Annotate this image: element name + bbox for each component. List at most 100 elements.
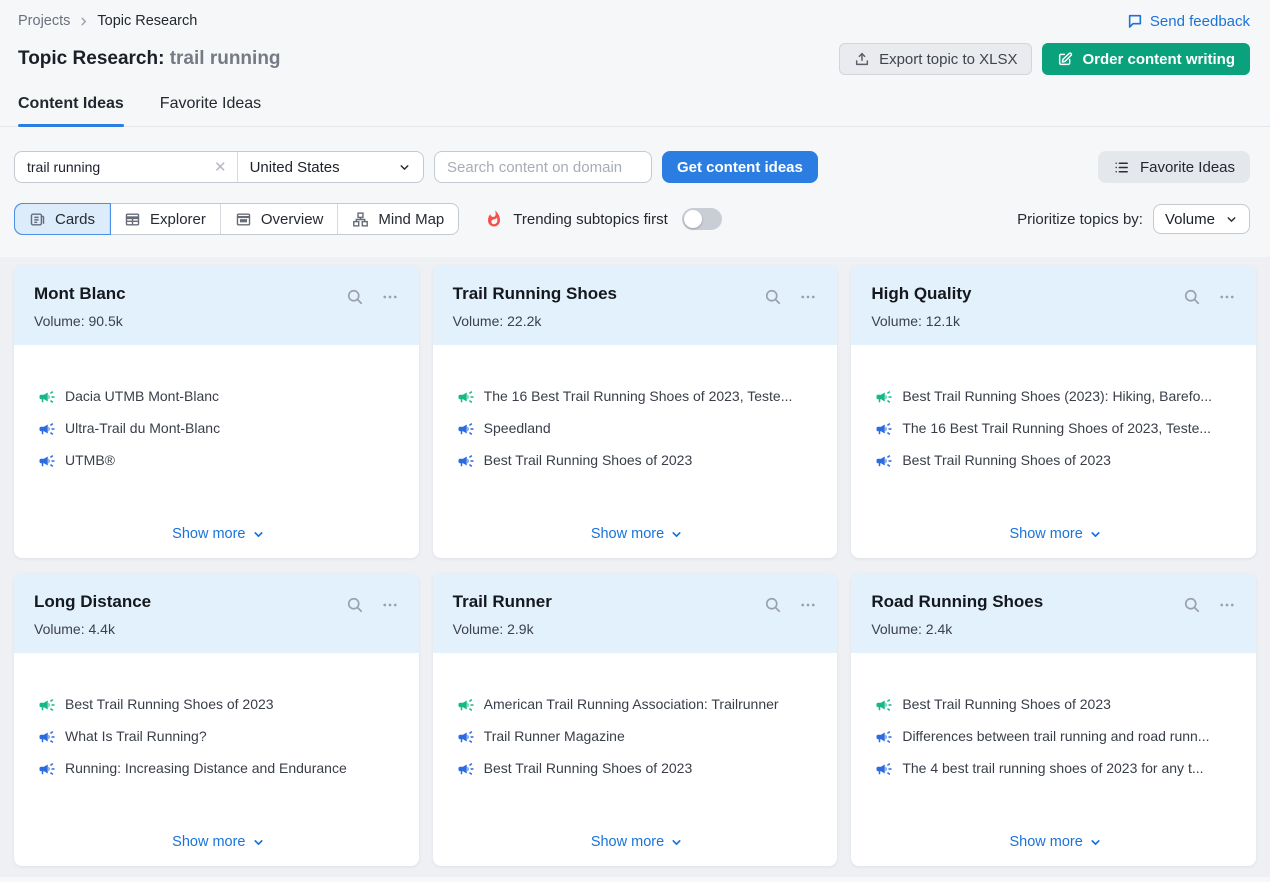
favorite-ideas-button[interactable]: Favorite Ideas bbox=[1098, 151, 1250, 183]
headline-item[interactable]: Differences between trail running and ro… bbox=[875, 727, 1236, 746]
headline-item[interactable]: Speedland bbox=[457, 419, 818, 438]
topic-volume: Volume: 90.5k bbox=[34, 313, 126, 329]
export-xlsx-button[interactable]: Export topic to XLSX bbox=[839, 43, 1032, 75]
megaphone-icon bbox=[875, 728, 893, 746]
page-title: Topic Research: trail running bbox=[18, 48, 281, 70]
trending-toggle[interactable] bbox=[682, 208, 722, 230]
show-more-button[interactable]: Show more bbox=[591, 834, 683, 852]
clear-keyword-icon[interactable]: ✕ bbox=[208, 158, 227, 176]
topic-title: Road Running Shoes bbox=[871, 592, 1043, 612]
get-content-ideas-button[interactable]: Get content ideas bbox=[662, 151, 818, 183]
megaphone-icon bbox=[38, 452, 56, 470]
megaphone-icon bbox=[875, 696, 893, 714]
tab-favorite-ideas[interactable]: Favorite Ideas bbox=[160, 95, 261, 126]
headline-item[interactable]: Ultra-Trail du Mont-Blanc bbox=[38, 419, 399, 438]
topic-volume: Volume: 2.9k bbox=[453, 621, 552, 637]
order-content-writing-button[interactable]: Order content writing bbox=[1042, 43, 1250, 75]
prioritize-value: Volume bbox=[1165, 211, 1215, 228]
headline-item[interactable]: Best Trail Running Shoes (2023): Hiking,… bbox=[875, 387, 1236, 406]
chevron-down-icon bbox=[252, 528, 265, 541]
topic-card: Road Running Shoes Volume: 2.4k Best Tra… bbox=[851, 573, 1256, 866]
more-menu-icon[interactable] bbox=[799, 288, 817, 306]
country-value: United States bbox=[250, 159, 340, 176]
headline-item[interactable]: Best Trail Running Shoes of 2023 bbox=[457, 759, 818, 778]
headline-item[interactable]: Trail Runner Magazine bbox=[457, 727, 818, 746]
search-topic-icon[interactable] bbox=[1182, 287, 1202, 307]
search-topic-icon[interactable] bbox=[345, 287, 365, 307]
megaphone-icon bbox=[457, 728, 475, 746]
megaphone-icon bbox=[38, 696, 56, 714]
view-cards[interactable]: Cards bbox=[15, 204, 110, 234]
megaphone-icon bbox=[38, 728, 56, 746]
headline-item[interactable]: What Is Trail Running? bbox=[38, 727, 399, 746]
topic-volume: Volume: 22.2k bbox=[453, 313, 617, 329]
send-feedback-link[interactable]: Send feedback bbox=[1127, 13, 1250, 30]
list-icon bbox=[1113, 159, 1130, 176]
headline-item[interactable]: The 16 Best Trail Running Shoes of 2023,… bbox=[457, 387, 818, 406]
show-more-button[interactable]: Show more bbox=[172, 526, 264, 544]
view-overview[interactable]: Overview bbox=[221, 204, 339, 234]
more-menu-icon[interactable] bbox=[1218, 596, 1236, 614]
trending-toggle-label: Trending subtopics first bbox=[513, 211, 668, 228]
show-more-button[interactable]: Show more bbox=[591, 526, 683, 544]
headline-item[interactable]: Dacia UTMB Mont-Blanc bbox=[38, 387, 399, 406]
more-menu-icon[interactable] bbox=[799, 596, 817, 614]
show-more-button[interactable]: Show more bbox=[1009, 834, 1101, 852]
headline-item[interactable]: Best Trail Running Shoes of 2023 bbox=[875, 451, 1236, 470]
topic-card: Long Distance Volume: 4.4k Best Trail Ru… bbox=[14, 573, 419, 866]
headline-item[interactable]: Best Trail Running Shoes of 2023 bbox=[38, 695, 399, 714]
search-topic-icon[interactable] bbox=[763, 595, 783, 615]
headline-item[interactable]: Best Trail Running Shoes of 2023 bbox=[457, 451, 818, 470]
overview-window-icon bbox=[235, 211, 252, 228]
favorite-ideas-label: Favorite Ideas bbox=[1140, 159, 1235, 176]
chevron-down-icon bbox=[670, 528, 683, 541]
view-explorer[interactable]: Explorer bbox=[110, 204, 221, 234]
topic-cards-area: Mont Blanc Volume: 90.5k Dacia UTMB Mont… bbox=[0, 257, 1270, 877]
view-switcher: Cards Explorer Overview Mind Map bbox=[14, 203, 459, 235]
more-menu-icon[interactable] bbox=[381, 596, 399, 614]
topic-card-header: Road Running Shoes Volume: 2.4k bbox=[851, 573, 1256, 653]
topic-volume: Volume: 4.4k bbox=[34, 621, 151, 637]
more-menu-icon[interactable] bbox=[1218, 288, 1236, 306]
country-select[interactable]: United States bbox=[237, 152, 423, 182]
topic-card-header: Trail Runner Volume: 2.9k bbox=[433, 573, 838, 653]
headline-item[interactable]: Running: Increasing Distance and Enduran… bbox=[38, 759, 399, 778]
headline-item[interactable]: Best Trail Running Shoes of 2023 bbox=[875, 695, 1236, 714]
headline-item[interactable]: UTMB® bbox=[38, 451, 399, 470]
mind-map-icon bbox=[352, 211, 369, 228]
topic-card: Trail Runner Volume: 2.9k American Trail… bbox=[433, 573, 838, 866]
topic-card-header: Long Distance Volume: 4.4k bbox=[14, 573, 419, 653]
keyword-input[interactable] bbox=[27, 159, 208, 175]
breadcrumb-projects-link[interactable]: Projects bbox=[18, 13, 70, 29]
topic-title: High Quality bbox=[871, 284, 971, 304]
topic-title: Trail Runner bbox=[453, 592, 552, 612]
view-mind-map[interactable]: Mind Map bbox=[338, 204, 458, 234]
prioritize-label: Prioritize topics by: bbox=[1017, 211, 1143, 228]
headline-item[interactable]: The 16 Best Trail Running Shoes of 2023,… bbox=[875, 419, 1236, 438]
show-more-button[interactable]: Show more bbox=[172, 834, 264, 852]
domain-search-input[interactable] bbox=[434, 151, 652, 183]
search-topic-icon[interactable] bbox=[345, 595, 365, 615]
megaphone-icon bbox=[457, 696, 475, 714]
tab-content-ideas[interactable]: Content Ideas bbox=[18, 95, 124, 126]
headline-item[interactable]: The 4 best trail running shoes of 2023 f… bbox=[875, 759, 1236, 778]
more-menu-icon[interactable] bbox=[381, 288, 399, 306]
search-topic-icon[interactable] bbox=[1182, 595, 1202, 615]
topic-card-header: High Quality Volume: 12.1k bbox=[851, 265, 1256, 345]
megaphone-icon bbox=[457, 420, 475, 438]
breadcrumb-chevron-icon bbox=[78, 16, 89, 27]
chevron-down-icon bbox=[1225, 213, 1238, 226]
search-topic-icon[interactable] bbox=[763, 287, 783, 307]
feedback-label: Send feedback bbox=[1150, 13, 1250, 30]
keyword-country-group: ✕ United States bbox=[14, 151, 424, 183]
topic-card-header: Trail Running Shoes Volume: 22.2k bbox=[433, 265, 838, 345]
tabs-bar: Content Ideas Favorite Ideas bbox=[0, 95, 1270, 127]
show-more-button[interactable]: Show more bbox=[1009, 526, 1101, 544]
breadcrumb-current: Topic Research bbox=[97, 13, 197, 29]
megaphone-icon bbox=[38, 760, 56, 778]
megaphone-icon bbox=[38, 420, 56, 438]
megaphone-icon bbox=[457, 388, 475, 406]
headline-item[interactable]: American Trail Running Association: Trai… bbox=[457, 695, 818, 714]
chevron-down-icon bbox=[1089, 528, 1102, 541]
prioritize-select[interactable]: Volume bbox=[1153, 204, 1250, 234]
